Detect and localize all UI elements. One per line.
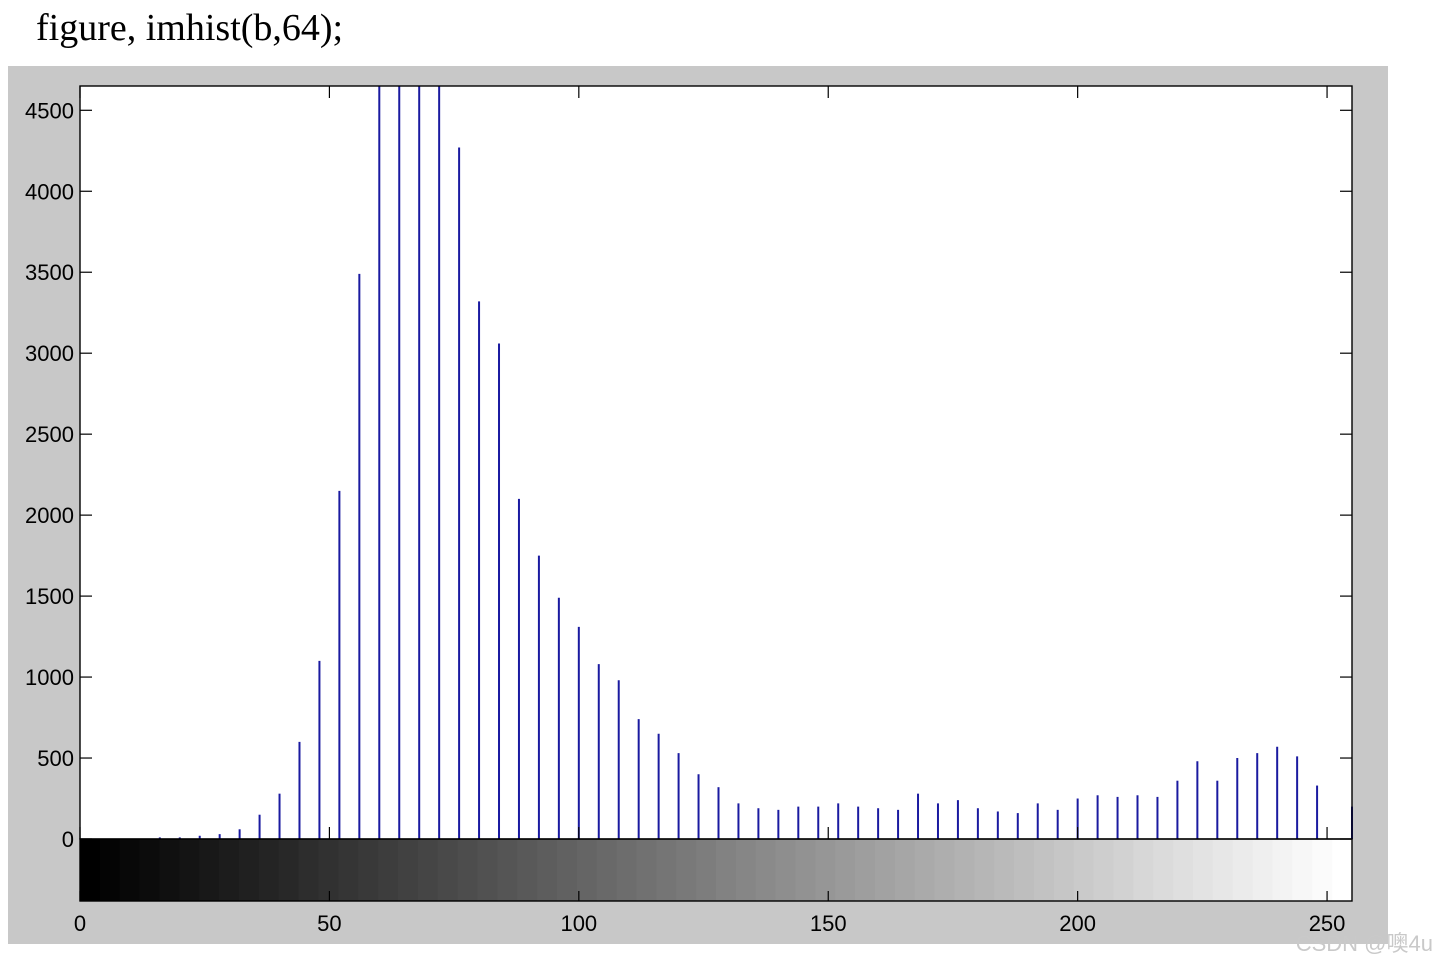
- colorbar-segment: [417, 839, 439, 901]
- colorbar-segment: [1173, 839, 1194, 901]
- colorbar-segment: [914, 839, 936, 901]
- colorbar-segment: [457, 839, 479, 901]
- x-tick-label: 200: [1059, 911, 1096, 936]
- colorbar-segment: [318, 839, 339, 901]
- histogram-figure: 0 500 1000 1500 2000 2500 3000 3500 4000 4500 0 50 1…: [8, 66, 1388, 944]
- colorbar-segment: [1133, 839, 1154, 901]
- y-tick-label: 500: [37, 746, 74, 771]
- colorbar-segment: [537, 839, 558, 901]
- colorbar-segment: [179, 839, 200, 901]
- y-tick-label: 4000: [25, 179, 74, 204]
- colorbar-segment: [1073, 839, 1095, 901]
- colorbar-segment: [676, 839, 697, 901]
- y-tick-label: 3000: [25, 341, 74, 366]
- colorbar-segment: [497, 839, 518, 901]
- colorbar-segment: [1014, 839, 1035, 901]
- colorbar-segment: [755, 839, 777, 901]
- x-tick-label: 100: [560, 911, 597, 936]
- colorbar-segment: [219, 839, 240, 901]
- colorbar-segment: [1332, 839, 1353, 901]
- x-tick-label: 50: [317, 911, 341, 936]
- colorbar-segment: [477, 839, 498, 901]
- colorbar-segment: [815, 839, 836, 901]
- colorbar-segment: [735, 839, 757, 901]
- y-tick-label: 4500: [25, 98, 74, 123]
- colorbar-segment: [1053, 839, 1075, 901]
- colorbar-segment: [358, 839, 379, 901]
- x-tick-label: 0: [74, 911, 86, 936]
- y-tick-label: 1000: [25, 665, 74, 690]
- colorbar-segment: [557, 839, 578, 901]
- colorbar-segment: [696, 839, 717, 901]
- colorbar-segment: [1153, 839, 1174, 901]
- colorbar-segment: [99, 839, 121, 901]
- colorbar-segment: [1232, 839, 1254, 901]
- code-caption: figure, imhist(b,64);: [36, 7, 344, 49]
- watermark: CSDN @噢4u: [1295, 931, 1433, 956]
- colorbar-segment: [954, 839, 975, 901]
- y-tick-label: 2000: [25, 503, 74, 528]
- colorbar-segment: [636, 839, 657, 901]
- y-tick-label: 3500: [25, 260, 74, 285]
- colorbar-segment: [1252, 839, 1274, 901]
- axes-background: [80, 86, 1352, 901]
- colorbar-segment: [1193, 839, 1214, 901]
- colorbar-segment: [795, 839, 816, 901]
- colorbar-segment: [1212, 839, 1234, 901]
- colorbar-segment: [298, 839, 320, 901]
- colorbar-segment: [437, 839, 459, 901]
- colorbar-segment: [398, 839, 419, 901]
- y-tick-label: 1500: [25, 584, 74, 609]
- colorbar-segment: [656, 839, 677, 901]
- colorbar-segment: [1113, 839, 1134, 901]
- colorbar-segment: [239, 839, 260, 901]
- colorbar-segment: [775, 839, 797, 901]
- colorbar-segment: [1093, 839, 1115, 901]
- colorbar-segment: [258, 839, 280, 901]
- colorbar-segment: [875, 839, 896, 901]
- y-tick-label: 2500: [25, 422, 74, 447]
- colorbar-segment: [1312, 839, 1333, 901]
- colorbar-segment: [855, 839, 876, 901]
- histogram-chart: 0 500 1000 1500 2000 2500 3000 3500 4000 4500 0 50 1…: [25, 85, 1353, 936]
- colorbar-segment: [139, 839, 161, 901]
- colorbar-segment: [716, 839, 737, 901]
- colorbar-segment: [974, 839, 995, 901]
- colorbar-segment: [1292, 839, 1313, 901]
- colorbar-segment: [934, 839, 956, 901]
- colorbar-segment: [1272, 839, 1293, 901]
- colorbar-segment: [1034, 839, 1055, 901]
- colorbar-segment: [616, 839, 638, 901]
- x-tick-label: 150: [810, 911, 847, 936]
- colorbar-segment: [80, 839, 101, 901]
- colorbar-segment: [159, 839, 180, 901]
- colorbar-segment: [338, 839, 359, 901]
- colorbar-segment: [596, 839, 618, 901]
- colorbar-segment: [119, 839, 141, 901]
- colorbar-segment: [199, 839, 220, 901]
- colorbar-segment: [517, 839, 538, 901]
- y-tick-label: 0: [62, 827, 74, 852]
- colorbar-segment: [994, 839, 1015, 901]
- colorbar-segment: [576, 839, 598, 901]
- colorbar-segment: [835, 839, 856, 901]
- colorbar-segment: [378, 839, 399, 901]
- colorbar-segment: [278, 839, 300, 901]
- colorbar-segment: [894, 839, 916, 901]
